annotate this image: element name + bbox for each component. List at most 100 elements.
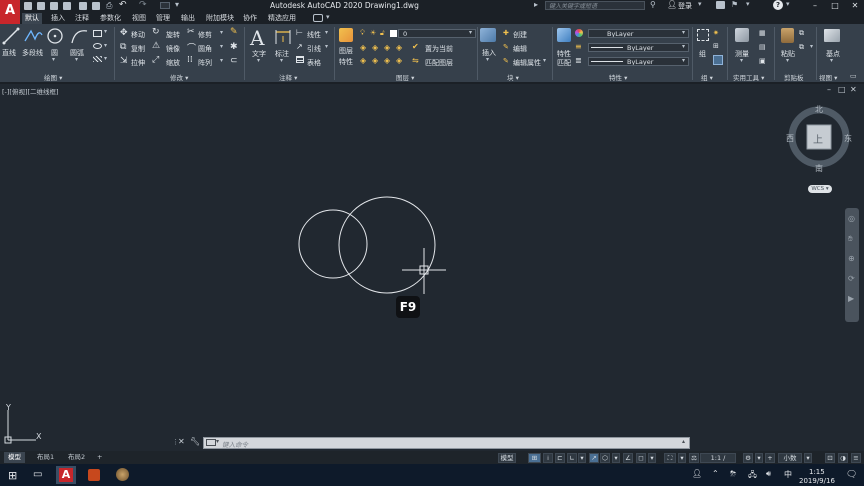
notification-center-icon[interactable]: 🗨︎ xyxy=(846,470,857,480)
customization-menu-icon[interactable]: ≡ xyxy=(851,453,861,463)
create-block-button[interactable]: 创建 xyxy=(513,30,527,40)
print-icon[interactable] xyxy=(92,2,100,10)
object-snap-dropdown-icon[interactable]: ▾ xyxy=(648,453,656,463)
match-properties-label[interactable]: 匹配 xyxy=(557,58,571,68)
mirror-icon[interactable]: ⚠︎ xyxy=(152,41,160,51)
linetype-icon[interactable]: ≡ xyxy=(575,42,582,51)
layer-tool-5-icon[interactable]: ◈ xyxy=(360,56,366,65)
group-select-icon[interactable] xyxy=(713,55,723,65)
polar-dropdown-icon[interactable]: ▾ xyxy=(578,453,586,463)
maximize-button[interactable]: □ xyxy=(826,0,844,11)
layer-tool-7-icon[interactable]: ◈ xyxy=(384,56,390,65)
color-dropdown[interactable]: ByLayer xyxy=(588,29,689,38)
move-button[interactable]: 移动 xyxy=(131,30,145,40)
clock-date[interactable]: 2019/9/16 xyxy=(799,477,835,485)
explode-icon[interactable]: ✱ xyxy=(230,42,238,52)
close-button[interactable]: ✕ xyxy=(846,0,864,11)
snap-toggle-icon[interactable]: ⁞ xyxy=(543,453,553,463)
hatch-dropdown-icon[interactable]: ▾ xyxy=(104,55,107,62)
tab-home[interactable]: 默认 xyxy=(22,13,42,24)
ellipse-icon[interactable] xyxy=(93,43,102,49)
view-panel-label[interactable]: 视图 ▾ xyxy=(819,72,837,82)
ribbon-toggle-dropdown-icon[interactable]: ▾ xyxy=(326,13,330,21)
linear-dropdown-icon[interactable]: ▾ xyxy=(325,29,328,36)
leader-dropdown-icon[interactable]: ▾ xyxy=(325,43,328,50)
rotate-button[interactable]: 旋转 xyxy=(166,30,180,40)
text-icon[interactable]: A xyxy=(250,26,264,50)
draw-panel-label[interactable]: 绘图 ▾ xyxy=(44,72,62,82)
layer-tool-2-icon[interactable]: ◈ xyxy=(372,43,378,52)
ellipse-dropdown-icon[interactable]: ▾ xyxy=(104,42,107,49)
text-dropdown-icon[interactable]: ▾ xyxy=(257,57,260,64)
search-arrow-icon[interactable]: ▸ xyxy=(534,0,538,9)
copy-clip-icon[interactable]: ⧉ xyxy=(799,43,804,52)
showmotion-icon[interactable]: ▶ xyxy=(848,294,854,303)
measure-icon[interactable] xyxy=(735,28,749,42)
dimension-icon[interactable] xyxy=(274,28,292,46)
new-file-icon[interactable] xyxy=(24,2,32,10)
polyline-icon[interactable] xyxy=(23,27,43,45)
group-button[interactable]: 组 xyxy=(699,49,706,59)
arc-dropdown-icon[interactable]: ▾ xyxy=(75,56,78,63)
tab-addins[interactable]: 附加模块 xyxy=(203,13,237,24)
set-current-button[interactable]: 置为当前 xyxy=(425,44,453,54)
command-input[interactable] xyxy=(203,437,690,449)
array-icon[interactable]: ⁞⁞ xyxy=(187,55,193,65)
windows-start-icon[interactable]: ⊞ xyxy=(8,469,17,482)
stretch-icon[interactable]: ⇲ xyxy=(120,56,128,66)
layer-properties-button[interactable]: 图层 xyxy=(339,46,353,56)
tray-app-icon[interactable]: ⛈ xyxy=(730,469,736,479)
open-folder-icon[interactable] xyxy=(37,2,45,10)
leader-icon[interactable]: ↗ xyxy=(296,42,303,51)
tab-parametric[interactable]: 参数化 xyxy=(97,13,124,24)
linetype-dropdown-arrow-icon[interactable]: ▾ xyxy=(682,43,685,50)
ribbon-expand-icon[interactable]: ▭ xyxy=(850,72,857,80)
redo-icon[interactable]: ↷ xyxy=(139,0,147,10)
selection-dropdown-icon[interactable]: ▾ xyxy=(678,453,686,463)
web-mobile-icon[interactable] xyxy=(79,2,87,10)
tab-featured-apps[interactable]: 精选应用 xyxy=(265,13,299,24)
layer-tool-8-icon[interactable]: ◈ xyxy=(396,56,402,65)
tray-overflow-icon[interactable]: ⌃ xyxy=(712,469,719,478)
edit-block-button[interactable]: 编辑 xyxy=(513,44,527,54)
tab-annotate[interactable]: 注释 xyxy=(72,13,92,24)
stretch-button[interactable]: 拉伸 xyxy=(131,58,145,68)
isolate-objects-icon[interactable]: ◑ xyxy=(838,453,848,463)
layer-tool-6-icon[interactable]: ◈ xyxy=(372,56,378,65)
insert-dropdown-icon[interactable]: ▾ xyxy=(486,56,489,63)
copy-clip-dropdown-icon[interactable]: ▾ xyxy=(810,43,813,50)
stay-connected-icon[interactable]: ⚑ xyxy=(731,0,738,9)
pan-icon[interactable]: ✋︎ xyxy=(848,234,853,244)
groups-panel-label[interactable]: 组 ▾ xyxy=(701,72,713,82)
ortho-toggle-icon[interactable]: ∟ xyxy=(567,453,577,463)
tab-insert[interactable]: 插入 xyxy=(48,13,68,24)
erase-icon[interactable]: ✎ xyxy=(230,27,238,37)
match-layer-icon[interactable]: ⇋ xyxy=(412,56,419,65)
line-button[interactable]: 直线 xyxy=(2,48,16,58)
viewcube-east[interactable]: 东 xyxy=(844,133,852,144)
units-dropdown[interactable]: 小数 xyxy=(778,453,802,463)
properties-panel-label[interactable]: 特性 ▾ xyxy=(609,72,627,82)
mirror-button[interactable]: 镜像 xyxy=(166,44,180,54)
login-link[interactable]: 登录 xyxy=(678,1,692,11)
scale-icon[interactable]: ⤢ xyxy=(152,55,159,65)
base-dropdown-icon[interactable]: ▾ xyxy=(830,57,833,64)
edit-attributes-dropdown-icon[interactable]: ▾ xyxy=(543,57,546,64)
layer-dropdown-arrow-icon[interactable]: ▾ xyxy=(469,29,472,36)
base-view-icon[interactable] xyxy=(824,29,840,42)
layer-lock-icon[interactable]: 🔓︎ xyxy=(380,29,385,38)
paste-icon[interactable] xyxy=(781,28,794,43)
block-panel-label[interactable]: 块 ▾ xyxy=(507,72,519,82)
command-close-icon[interactable]: ✕ xyxy=(178,437,185,446)
scale-button[interactable]: 缩放 xyxy=(166,58,180,68)
layer-dropdown[interactable]: 0 xyxy=(398,29,476,38)
app-taskbar-icon[interactable] xyxy=(88,469,100,481)
layer-tool-4-icon[interactable]: ◈ xyxy=(396,43,402,52)
help-icon[interactable]: ? xyxy=(773,0,783,10)
media-taskbar-icon[interactable] xyxy=(116,468,129,481)
set-current-icon[interactable]: ✔ xyxy=(412,42,419,51)
array-button[interactable]: 阵列 xyxy=(198,58,212,68)
workspace-dropdown-icon[interactable]: ▾ xyxy=(755,453,763,463)
utility-3-icon[interactable]: ▣ xyxy=(759,57,766,65)
table-icon[interactable] xyxy=(296,56,304,63)
